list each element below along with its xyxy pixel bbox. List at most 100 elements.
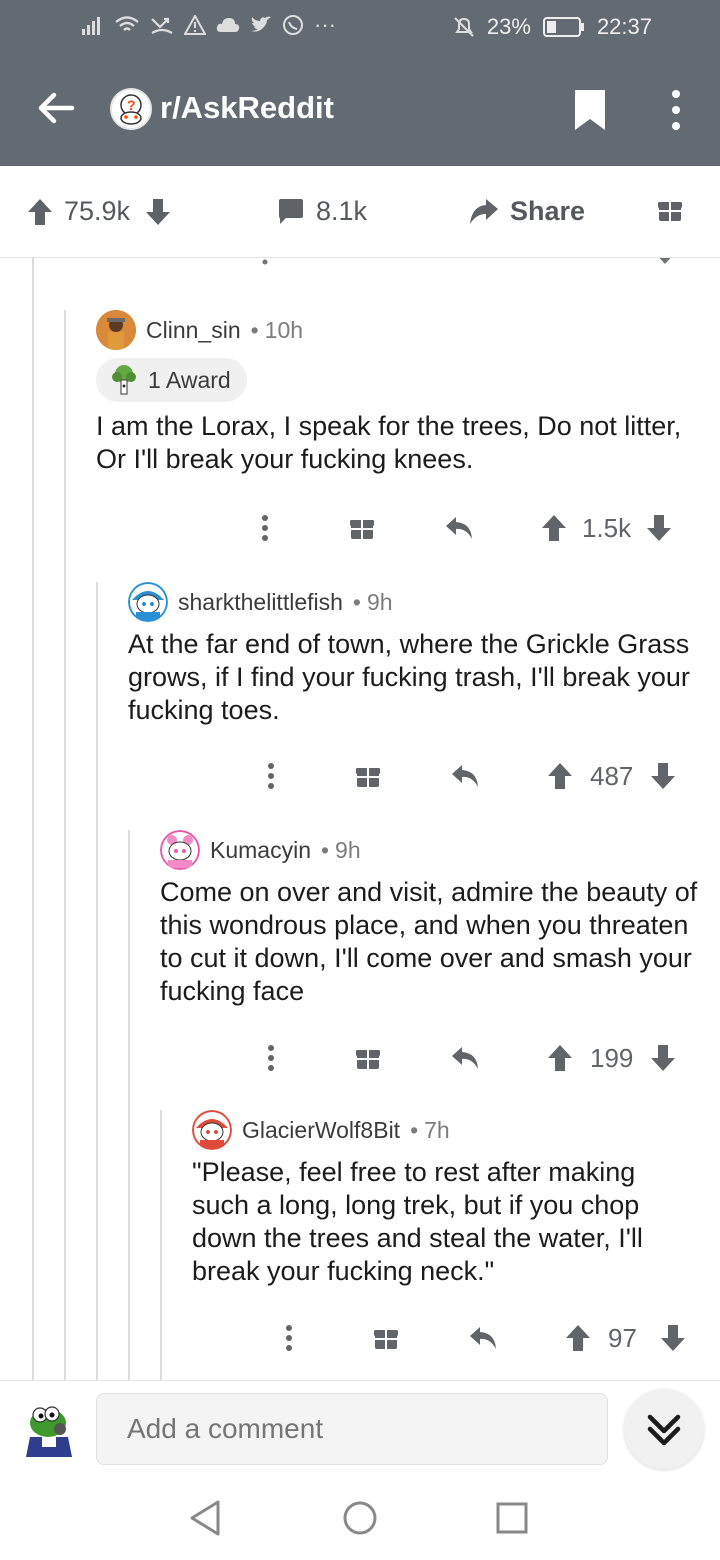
comment-score: 97	[608, 1322, 637, 1353]
comment-actions: 1.5k	[258, 510, 698, 546]
gift-icon[interactable]	[354, 1044, 382, 1072]
comment-age: 7h	[424, 1116, 450, 1143]
nav-back-icon[interactable]	[186, 1498, 226, 1538]
thread-line[interactable]	[96, 582, 98, 1380]
svg-text:?: ?	[127, 97, 136, 113]
downvote-icon[interactable]	[652, 258, 678, 266]
tree-award-icon	[112, 365, 136, 395]
more-vertical-icon[interactable]	[264, 762, 278, 790]
battery-icon	[542, 17, 584, 37]
give-award-button[interactable]	[656, 196, 684, 224]
more-vertical-icon[interactable]	[260, 258, 270, 266]
comment-header: Kumacyin • 9h	[160, 830, 705, 870]
cloud-icon	[216, 18, 240, 32]
status-bar: ··· 23% 22:37	[0, 0, 720, 56]
thread-line[interactable]	[128, 830, 130, 1380]
user-avatar[interactable]	[160, 830, 200, 870]
upvote-icon[interactable]	[26, 197, 54, 227]
thread-line[interactable]	[32, 258, 34, 1380]
user-avatar[interactable]	[128, 582, 168, 622]
comment-body: I am the Lorax, I speak for the trees, D…	[96, 411, 682, 474]
comment-author[interactable]: GlacierWolf8Bit	[242, 1117, 400, 1144]
gift-icon[interactable]	[372, 1324, 400, 1352]
share-label: Share	[510, 196, 586, 226]
reply-icon[interactable]	[468, 1325, 498, 1351]
comment-body: "Please, feel free to rest after making …	[192, 1157, 643, 1286]
thread-line[interactable]	[160, 1110, 162, 1380]
reply-icon[interactable]	[446, 258, 466, 266]
nav-home-icon[interactable]	[340, 1498, 380, 1538]
comment-age: 9h	[335, 836, 361, 863]
comment-composer	[0, 1380, 720, 1480]
upvote-icon[interactable]	[564, 1323, 592, 1353]
gift-icon[interactable]	[354, 762, 382, 790]
downvote-icon[interactable]	[649, 761, 677, 791]
comment-actions: 97	[282, 1320, 702, 1356]
chevron-double-down-icon	[647, 1414, 681, 1446]
previous-comment-actions	[250, 258, 690, 266]
reply-icon[interactable]	[450, 763, 480, 789]
gift-icon	[658, 202, 682, 221]
reply-icon[interactable]	[450, 1045, 480, 1071]
comment: Clinn_sin • 10h 1 Award I am the Lorax, …	[96, 310, 706, 476]
gift-icon[interactable]	[346, 258, 372, 266]
toolbar: ? r/AskReddit	[0, 56, 720, 166]
more-vertical-icon[interactable]	[282, 1324, 296, 1352]
bookmark-icon[interactable]	[570, 86, 610, 134]
wifi-icon	[115, 16, 139, 31]
system-navigation-bar	[0, 1480, 720, 1560]
twitter-icon	[251, 16, 271, 32]
award-badge[interactable]: 1 Award	[96, 358, 247, 402]
comment-author[interactable]: Clinn_sin	[146, 317, 241, 344]
subreddit-name[interactable]: r/AskReddit	[160, 90, 334, 126]
comments-button[interactable]: 8.1k	[276, 196, 367, 227]
more-vertical-icon[interactable]	[264, 1044, 278, 1072]
comment-input[interactable]	[96, 1393, 608, 1465]
signal-icon	[82, 17, 100, 35]
comment-age: 10h	[264, 316, 304, 343]
comment-score: 1.5k	[582, 512, 632, 543]
thread-line[interactable]	[64, 310, 66, 1380]
missed-call-icon	[151, 17, 173, 34]
separator-dot: •	[250, 316, 259, 343]
back-arrow-icon[interactable]	[34, 86, 78, 130]
award-label: 1 Award	[148, 366, 231, 393]
app-header: ··· 23% 22:37 ? r/AskReddit	[0, 0, 720, 166]
share-icon	[470, 198, 498, 224]
more-vertical-icon[interactable]	[662, 88, 690, 132]
share-button[interactable]: Share	[468, 196, 585, 227]
comment-author[interactable]: Kumacyin	[210, 837, 311, 864]
comment-count: 8.1k	[316, 196, 368, 226]
comment-actions: 487	[264, 758, 704, 794]
nav-recents-icon[interactable]	[492, 1498, 532, 1538]
downvote-icon[interactable]	[649, 1043, 677, 1073]
subreddit-avatar[interactable]: ?	[110, 88, 152, 130]
comment-score: 487	[590, 760, 634, 791]
collapse-threads-button[interactable]	[624, 1389, 704, 1469]
my-avatar[interactable]	[18, 1399, 80, 1461]
comment: Kumacyin • 9h Come on over and visit, ad…	[160, 830, 705, 1008]
upvote-icon[interactable]	[540, 258, 552, 266]
user-avatar[interactable]	[96, 310, 136, 350]
warning-icon	[184, 15, 206, 35]
upvote-icon[interactable]	[540, 513, 568, 543]
downvote-icon[interactable]	[645, 513, 673, 543]
downvote-icon[interactable]	[144, 197, 172, 227]
comment-bubble-icon	[279, 198, 303, 224]
comment: sharkthelittlefish • 9h At the far end o…	[128, 582, 708, 727]
reply-icon[interactable]	[444, 515, 474, 541]
separator-dot: •	[410, 1116, 419, 1143]
user-avatar[interactable]	[192, 1110, 232, 1150]
downvote-icon[interactable]	[659, 1323, 687, 1353]
comment-actions: 199	[264, 1040, 704, 1076]
upvote-icon[interactable]	[546, 761, 574, 791]
more-vertical-icon[interactable]	[258, 514, 272, 542]
gift-icon[interactable]	[348, 514, 376, 542]
clock: 22:37	[596, 14, 652, 39]
upvote-icon[interactable]	[546, 1043, 574, 1073]
comment: GlacierWolf8Bit • 7h "Please, feel free …	[192, 1110, 707, 1288]
comment-body: Come on over and visit, admire the beaut…	[160, 877, 698, 1006]
comment-body: At the far end of town, where the Grickl…	[128, 629, 690, 725]
comment-author[interactable]: sharkthelittlefish	[178, 589, 343, 616]
comment-header: Clinn_sin • 10h	[96, 310, 706, 350]
